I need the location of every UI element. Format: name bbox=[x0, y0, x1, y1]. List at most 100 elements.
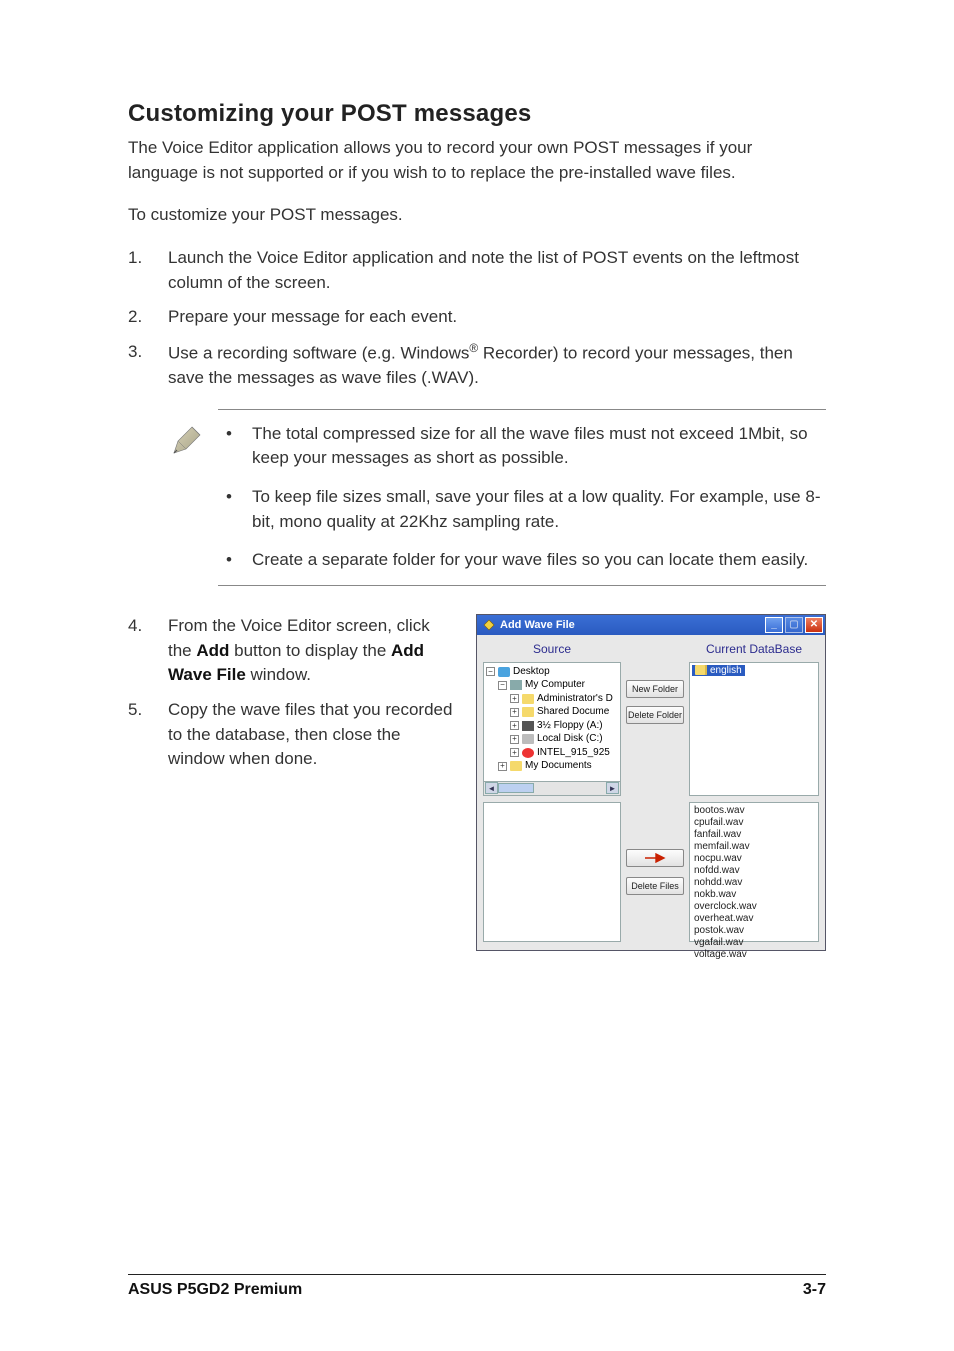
lead-paragraph: To customize your POST messages. bbox=[128, 203, 826, 228]
horizontal-scrollbar[interactable]: ◄ ► bbox=[483, 782, 621, 796]
bullet-icon: • bbox=[218, 422, 252, 471]
steps-list-b: 4. From the Voice Editor screen, click t… bbox=[128, 614, 456, 772]
source-tree[interactable]: −Desktop −My Computer +Administrator's D… bbox=[483, 662, 621, 782]
desktop-icon bbox=[498, 667, 510, 677]
selected-db-folder-label: english bbox=[710, 665, 742, 676]
source-files-list[interactable] bbox=[483, 802, 621, 942]
tree-item[interactable]: Local Disk (C:) bbox=[537, 732, 603, 746]
tree-item[interactable]: 3½ Floppy (A:) bbox=[537, 719, 603, 733]
note-text: The total compressed size for all the wa… bbox=[252, 422, 826, 471]
dialog-titlebar[interactable]: Add Wave File _ ▢ ✕ bbox=[477, 615, 825, 635]
scroll-thumb[interactable] bbox=[498, 783, 534, 793]
step-number: 5. bbox=[128, 698, 168, 772]
arrow-right-icon bbox=[644, 853, 666, 863]
app-icon bbox=[483, 619, 495, 631]
database-files-list[interactable]: bootos.wav cpufail.wav fanfail.wav memfa… bbox=[689, 802, 819, 942]
expand-icon[interactable]: + bbox=[498, 762, 507, 771]
collapse-icon[interactable]: − bbox=[486, 667, 495, 676]
step-4: 4. From the Voice Editor screen, click t… bbox=[128, 614, 456, 688]
step-1: 1. Launch the Voice Editor application a… bbox=[128, 246, 826, 295]
tree-item[interactable]: My Computer bbox=[525, 678, 585, 692]
list-item[interactable]: nohdd.wav bbox=[694, 877, 814, 889]
page-footer: ASUS P5GD2 Premium 3-7 bbox=[128, 1274, 826, 1299]
intro-paragraph: The Voice Editor application allows you … bbox=[128, 136, 826, 185]
step-text: Prepare your message for each event. bbox=[168, 305, 826, 330]
t: window. bbox=[246, 665, 311, 684]
cd-icon bbox=[522, 748, 534, 758]
expand-icon[interactable]: + bbox=[510, 735, 519, 744]
step-text-pre: Use a recording software (e.g. Windows bbox=[168, 344, 469, 363]
tree-item[interactable]: Desktop bbox=[513, 665, 550, 679]
note-item: • The total compressed size for all the … bbox=[218, 422, 826, 471]
list-item[interactable]: nocpu.wav bbox=[694, 853, 814, 865]
tree-item[interactable]: INTEL_915_925 bbox=[537, 746, 610, 760]
list-item[interactable]: fanfail.wav bbox=[694, 829, 814, 841]
tree-item[interactable]: Administrator's D bbox=[537, 692, 613, 706]
delete-files-button[interactable]: Delete Files bbox=[626, 877, 684, 895]
bullet-icon: • bbox=[218, 485, 252, 534]
step-text: Launch the Voice Editor application and … bbox=[168, 246, 826, 295]
list-item[interactable]: overclock.wav bbox=[694, 901, 814, 913]
footer-left: ASUS P5GD2 Premium bbox=[128, 1281, 302, 1299]
database-folder-tree[interactable]: english bbox=[689, 662, 819, 796]
note-item: • To keep file sizes small, save your fi… bbox=[218, 485, 826, 534]
expand-icon[interactable]: + bbox=[510, 708, 519, 717]
list-item[interactable]: cpufail.wav bbox=[694, 817, 814, 829]
folder-open-icon bbox=[695, 665, 707, 675]
note-block: • The total compressed size for all the … bbox=[168, 409, 826, 586]
t: button to display the bbox=[229, 641, 391, 660]
dialog-title: Add Wave File bbox=[500, 619, 765, 631]
folder-icon bbox=[510, 761, 522, 771]
step-text: Use a recording software (e.g. Windows® … bbox=[168, 340, 826, 391]
expand-icon[interactable]: + bbox=[510, 694, 519, 703]
step-5: 5. Copy the wave files that you recorded… bbox=[128, 698, 456, 772]
bold-text: Add bbox=[196, 641, 229, 660]
list-item[interactable]: memfail.wav bbox=[694, 841, 814, 853]
expand-icon[interactable]: + bbox=[510, 721, 519, 730]
source-header: Source bbox=[483, 639, 621, 662]
step-3: 3. Use a recording software (e.g. Window… bbox=[128, 340, 826, 391]
steps-list-a: 1. Launch the Voice Editor application a… bbox=[128, 246, 826, 391]
list-item[interactable]: nokb.wav bbox=[694, 889, 814, 901]
selected-db-folder[interactable]: english bbox=[692, 665, 745, 676]
floppy-icon bbox=[522, 721, 534, 731]
tree-item[interactable]: Shared Docume bbox=[537, 705, 609, 719]
step-2: 2. Prepare your message for each event. bbox=[128, 305, 826, 330]
note-text: To keep file sizes small, save your file… bbox=[252, 485, 826, 534]
footer-right: 3-7 bbox=[803, 1281, 826, 1299]
close-button[interactable]: ✕ bbox=[805, 617, 823, 633]
step-number: 3. bbox=[128, 340, 168, 391]
tree-item[interactable]: My Documents bbox=[525, 759, 592, 773]
new-folder-button[interactable]: New Folder bbox=[626, 680, 684, 698]
minimize-button[interactable]: _ bbox=[765, 617, 783, 633]
database-header: Current DataBase bbox=[689, 639, 819, 662]
scroll-right-button[interactable]: ► bbox=[606, 782, 619, 794]
bullet-icon: • bbox=[218, 548, 252, 573]
note-text: Create a separate folder for your wave f… bbox=[252, 548, 826, 573]
add-wave-file-dialog: Add Wave File _ ▢ ✕ Source −Desktop −M bbox=[476, 614, 826, 951]
list-item[interactable]: bootos.wav bbox=[694, 805, 814, 817]
list-item[interactable]: voltage.wav bbox=[694, 949, 814, 961]
spacer bbox=[653, 639, 656, 662]
list-item[interactable]: nofdd.wav bbox=[694, 865, 814, 877]
move-right-button[interactable] bbox=[626, 849, 684, 867]
folder-icon bbox=[522, 694, 534, 704]
step-number: 4. bbox=[128, 614, 168, 688]
drive-icon bbox=[522, 734, 534, 744]
step-number: 1. bbox=[128, 246, 168, 295]
maximize-button[interactable]: ▢ bbox=[785, 617, 803, 633]
folder-icon bbox=[522, 707, 534, 717]
registered-mark: ® bbox=[469, 341, 478, 355]
expand-icon[interactable]: + bbox=[510, 748, 519, 757]
scroll-left-button[interactable]: ◄ bbox=[485, 782, 498, 794]
step-number: 2. bbox=[128, 305, 168, 330]
step-text: Copy the wave files that you recorded to… bbox=[168, 698, 456, 772]
collapse-icon[interactable]: − bbox=[498, 681, 507, 690]
note-item: • Create a separate folder for your wave… bbox=[218, 548, 826, 573]
step-text: From the Voice Editor screen, click the … bbox=[168, 614, 456, 688]
list-item[interactable]: overheat.wav bbox=[694, 913, 814, 925]
delete-folder-button[interactable]: Delete Folder bbox=[626, 706, 684, 724]
section-heading: Customizing your POST messages bbox=[128, 100, 826, 128]
list-item[interactable]: vgafail.wav bbox=[694, 937, 814, 949]
list-item[interactable]: postok.wav bbox=[694, 925, 814, 937]
